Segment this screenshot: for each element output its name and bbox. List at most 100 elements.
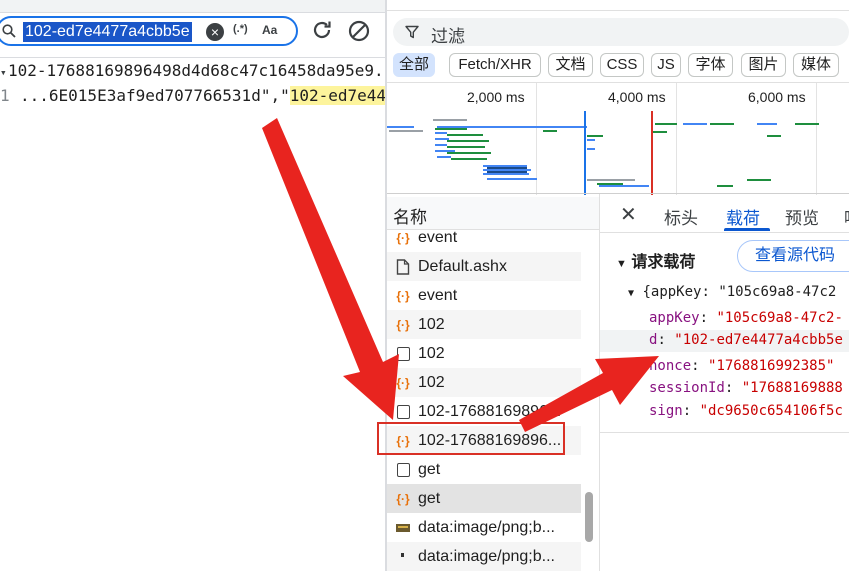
field-value: "102-ed7e4477a4cbb5e [674,332,843,348]
result-match-highlight: 102-ed7e447... [289,86,386,105]
request-row[interactable]: data:image/png;b... [387,542,581,571]
clear-search-icon[interactable]: × [206,23,224,41]
view-source-button[interactable]: 查看源代码 [737,240,849,272]
collapse-triangle-icon[interactable]: ▾ [0,66,8,79]
request-row[interactable]: get [387,455,581,484]
request-row[interactable]: {·} 102 [387,368,581,397]
clear-results-icon[interactable] [346,18,372,44]
request-name: get [418,490,441,507]
checkbox-icon [397,463,410,477]
payload-field-appkey[interactable]: appKey: "105c69a8-47c2- [649,310,843,326]
request-row[interactable]: {·} 102 [387,310,581,339]
filter-chip-font[interactable]: 字体 [688,53,733,77]
field-value: "105c69a8-47c2- [716,310,843,326]
filter-chip-fetch-xhr[interactable]: Fetch/XHR [449,53,541,77]
active-tab-indicator [724,228,770,231]
field-key: nonce [649,358,692,374]
request-name: data:image/png;b... [418,548,555,565]
field-value: "dc9650c654106f5c [699,403,843,419]
request-list-scrollbar[interactable] [585,492,593,542]
request-name: get [418,461,441,478]
xhr-icon: {·} [396,318,410,332]
tab-payload[interactable]: 载荷 [726,204,760,229]
request-name: data:image/png;b... [418,519,555,536]
tab-response[interactable]: 响 [844,204,849,229]
request-row[interactable]: Default.ashx [387,252,581,281]
network-toolbar [387,0,849,11]
search-panel: 102-ed7e4477a4cbb5e × (.*) Aa ▾102-17688… [0,0,386,571]
request-row[interactable]: {·} event [387,281,581,310]
search-result-file[interactable]: ▾102-17688169896498d4d68c47c16458da95e9.… [0,61,386,83]
xhr-icon: {·} [396,289,410,303]
expand-triangle-icon[interactable]: ▼ [628,288,634,299]
request-payload-section: ▼ 请求载荷 查看源代码 ▼ {appKey: "105c69a8-47c2 a… [600,232,849,433]
request-name: event [418,230,458,246]
request-name: Default.ashx [418,258,507,275]
payload-root-object[interactable]: ▼ {appKey: "105c69a8-47c2 [628,284,836,300]
filter-chip-js[interactable]: JS [651,53,681,77]
close-icon[interactable]: ✕ [620,202,637,227]
field-key: sign [649,403,683,419]
search-icon [2,24,16,38]
search-query-text[interactable]: 102-ed7e4477a4cbb5e [23,22,192,42]
filter-chip-all[interactable]: 全部 [393,53,435,77]
filter-chip-media[interactable]: 媒体 [793,53,839,77]
search-input[interactable]: 102-ed7e4477a4cbb5e × (.*) Aa [0,16,298,46]
filter-chip-doc[interactable]: 文档 [548,53,593,77]
payload-field-d: d: "102-ed7e4477a4cbb5e [649,332,843,348]
filter-placeholder: 过滤 [431,27,465,46]
filter-chip-css[interactable]: CSS [600,53,644,77]
tab-headers[interactable]: 标头 [664,204,698,229]
name-column-label: 名称 [393,208,427,227]
network-filter-input[interactable]: 过滤 [393,18,849,46]
result-snippet: ...6E015E3af9ed707766531d"," [20,86,290,105]
timeline-waterfall-bars [387,111,819,195]
refresh-icon[interactable] [310,18,334,42]
payload-field-nonce[interactable]: nonce: "1768816992385" [649,358,834,374]
image-icon [401,553,404,557]
match-case-toggle[interactable]: Aa [262,23,277,37]
field-key: sessionId [649,380,725,396]
search-panel-header [0,0,386,13]
request-name: 102 [418,374,445,391]
annotation-highlight-box [377,422,565,455]
payload-section-title[interactable]: ▼ 请求载荷 [616,248,695,272]
xhr-icon: {·} [396,376,410,390]
details-tab-bar: ✕ 标头 载荷 预览 响 [600,196,849,233]
filter-icon [405,25,419,39]
request-name: 102 [418,345,445,362]
payload-title-text: 请求载荷 [631,254,696,271]
request-row[interactable]: data:image/png;b... [387,513,581,542]
regex-toggle[interactable]: (.*) [233,23,248,35]
image-icon [396,524,410,532]
payload-field-sign[interactable]: sign: "dc9650c654106f5c [649,403,843,419]
field-value: "17688169888 [741,380,843,396]
search-result-line[interactable]: 1 ...6E015E3af9ed707766531d","102-ed7e447… [0,86,386,108]
result-line-number: 1 [0,86,10,105]
tab-preview[interactable]: 预览 [785,204,819,229]
filter-chip-img[interactable]: 图片 [741,53,786,77]
request-list: {·} event Default.ashx {·} event {·} 102… [387,230,599,571]
payload-field-sessionid[interactable]: sessionId: "17688169888 [649,380,843,396]
field-value: "1768816992385" [708,358,835,374]
network-timeline-overview[interactable]: 2,000 ms 4,000 ms 6,000 ms [387,82,849,195]
result-file-name: 102-17688169896498d4d68c47c16458da95e9..… [8,61,386,80]
request-row[interactable]: {·} event [387,230,581,252]
field-key: appKey [649,310,700,326]
request-name: event [418,287,458,304]
divider [0,57,386,58]
resource-type-filters: 全部 Fetch/XHR 文档 CSS JS 字体 图片 媒体 [391,51,849,79]
payload-root-text: {appKey: "105c69a8-47c2 [642,284,837,300]
name-column-header[interactable]: 名称 [387,197,600,230]
request-name: 102 [418,316,445,333]
document-icon [396,259,410,275]
xhr-icon: {·} [396,231,410,245]
checkbox-icon [397,405,410,419]
xhr-icon: {·} [396,492,410,506]
request-row[interactable]: 102 [387,339,581,368]
checkbox-icon [397,347,410,361]
divider [387,193,849,194]
payload-field-d-row[interactable]: d: "102-ed7e4477a4cbb5e [600,330,849,352]
collapse-triangle-icon[interactable]: ▼ [616,258,627,270]
request-row[interactable]: {·} get [387,484,581,513]
